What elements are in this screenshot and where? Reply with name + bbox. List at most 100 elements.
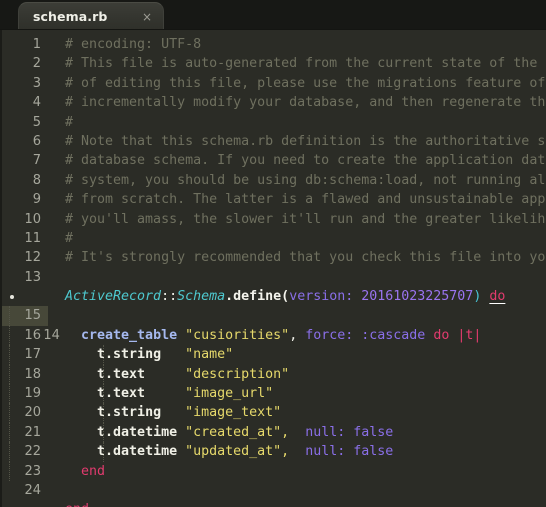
line-content: # It's strongly recommended that you che… xyxy=(64,248,546,267)
code-line[interactable]: 11 # xyxy=(2,229,546,248)
breakpoint-icon[interactable] xyxy=(10,295,14,300)
string-token: "image_url" xyxy=(185,386,274,402)
code-line[interactable]: 23 end xyxy=(2,461,546,481)
code-line[interactable]: 17 t.string "name" xyxy=(2,345,546,365)
line-content: t.datetime "created_at", null: false xyxy=(64,422,546,443)
method-call-token: .define( xyxy=(225,289,290,305)
comment-token: # This file is auto-generated from the c… xyxy=(65,56,546,72)
comment-token: # xyxy=(65,230,74,246)
code-line[interactable]: 21 t.datetime "created_at", null: false xyxy=(2,422,546,443)
code-line[interactable]: 6 # Note that this schema.rb definition … xyxy=(2,132,546,151)
line-content: # encoding: UTF-8 xyxy=(64,35,546,54)
code-line[interactable]: 20 t.string "image_text" xyxy=(2,403,546,423)
line-number: 2 xyxy=(32,56,41,72)
receiver-token: t.string xyxy=(97,405,162,421)
code-line[interactable]: 25 end xyxy=(2,500,546,507)
line-number: 24 xyxy=(24,482,41,498)
line-content: # from scratch. The latter is a flawed a… xyxy=(64,190,546,209)
code-line[interactable]: 16 create_table "cusiorities", force: :c… xyxy=(2,325,546,346)
indent-guide xyxy=(9,345,10,365)
line-content: # you'll amass, the slower it'll run and… xyxy=(64,210,546,229)
indent-guide xyxy=(9,422,10,443)
receiver-token: t.string xyxy=(97,347,162,363)
option-token: null: false xyxy=(305,424,394,440)
line-content: # xyxy=(64,113,546,132)
scope-operator: :: xyxy=(161,289,178,305)
line-content: end xyxy=(64,500,546,507)
indent-guide xyxy=(103,403,104,423)
line-content: # system, you should be using db:schema:… xyxy=(64,171,546,190)
class-token: ActiveRecord xyxy=(65,289,162,305)
line-number: 9 xyxy=(32,192,41,208)
indent-guide xyxy=(9,403,10,423)
code-line[interactable]: 19 t.text "image_url" xyxy=(2,384,546,404)
comment-token: # of editing this file, please use the m… xyxy=(65,75,546,91)
line-number: 4 xyxy=(32,95,41,111)
keyword-arg-token: version: xyxy=(289,289,354,305)
line-content: t.string "image_text" xyxy=(64,403,546,423)
line-number: 8 xyxy=(32,172,41,188)
keyword-arg-token: force: xyxy=(297,327,354,343)
line-number: 7 xyxy=(32,153,41,169)
code-line[interactable]: 22 t.datetime "updated_at", null: false xyxy=(2,442,546,462)
string-token: "name" xyxy=(185,347,234,363)
receiver-token: t.datetime xyxy=(97,444,178,460)
code-line[interactable]: 3 # of editing this file, please use the… xyxy=(2,74,546,93)
code-line[interactable]: 4 # incrementally modify your database, … xyxy=(2,93,546,112)
tab-schema-rb[interactable]: schema.rb × xyxy=(18,2,164,30)
tab-bar: schema.rb × xyxy=(0,0,546,30)
comment-token: # xyxy=(65,114,74,130)
comment-token: # database schema. If you need to create… xyxy=(65,153,546,169)
code-line[interactable]: 7 # database schema. If you need to crea… xyxy=(2,151,546,170)
line-number: 12 xyxy=(24,250,41,266)
string-token: "created_at", xyxy=(185,424,290,440)
line-number: 3 xyxy=(32,75,41,91)
end-keyword-token: end xyxy=(65,502,89,507)
code-line[interactable]: 10 # you'll amass, the slower it'll run … xyxy=(2,210,546,229)
line-content: # Note that this schema.rb definition is… xyxy=(64,132,546,151)
code-line[interactable]: 14 ActiveRecord::Schema.define(version: … xyxy=(2,287,546,343)
comment-token: # system, you should be using db:schema:… xyxy=(65,172,546,188)
code-line[interactable]: 13 xyxy=(2,268,546,287)
line-content: create_table "cusiorities", force: :casc… xyxy=(64,326,546,345)
line-number: 1 xyxy=(32,37,41,52)
line-content: t.text "image_url" xyxy=(64,384,546,404)
line-content: # database schema. If you need to create… xyxy=(64,151,546,170)
close-icon[interactable]: × xyxy=(139,9,155,25)
comment-token: # you'll amass, the slower it'll run and… xyxy=(65,211,546,227)
indent-guide xyxy=(9,306,10,326)
comment-token: # from scratch. The latter is a flawed a… xyxy=(65,192,546,208)
code-line[interactable]: 12 # It's strongly recommended that you … xyxy=(2,248,546,267)
string-token: "image_text" xyxy=(185,405,282,421)
code-lines: 1 # encoding: UTF-8 2 # This file is aut… xyxy=(2,30,546,507)
comment-token: # encoding: UTF-8 xyxy=(65,37,202,52)
code-line[interactable]: 18 t.text "description" xyxy=(2,364,546,385)
line-content: ActiveRecord::Schema.define(version: 201… xyxy=(64,287,546,306)
code-editor[interactable]: 1 # encoding: UTF-8 2 # This file is aut… xyxy=(0,30,546,507)
code-line[interactable]: 9 # from scratch. The latter is a flawed… xyxy=(2,190,546,209)
do-keyword-token: do xyxy=(433,327,450,343)
line-content: end xyxy=(64,462,546,481)
string-token: "description" xyxy=(185,366,290,382)
indent-guide xyxy=(9,384,10,404)
code-line-active[interactable]: 15 xyxy=(2,306,546,326)
code-line[interactable]: 2 # This file is auto-generated from the… xyxy=(2,54,546,73)
indent-guide xyxy=(103,422,104,443)
comma-token: , xyxy=(289,327,298,343)
line-number: 6 xyxy=(32,133,41,149)
line-number: 14 xyxy=(2,287,60,343)
line-number: 11 xyxy=(24,230,41,246)
tab-title: schema.rb xyxy=(33,9,108,24)
line-content xyxy=(64,306,546,325)
comment-token: # incrementally modify your database, an… xyxy=(65,95,546,111)
comment-token: # It's strongly recommended that you che… xyxy=(65,250,546,266)
line-content xyxy=(64,481,546,500)
symbol-token: :cascade xyxy=(353,327,426,343)
code-line[interactable]: 24 xyxy=(2,481,546,500)
indent-guide xyxy=(9,461,10,481)
end-keyword-token: end xyxy=(81,463,106,479)
line-number: 13 xyxy=(24,269,41,285)
code-line[interactable]: 8 # system, you should be using db:schem… xyxy=(2,171,546,190)
code-line[interactable]: 1 # encoding: UTF-8 xyxy=(2,35,546,54)
code-line[interactable]: 5 # xyxy=(2,113,546,132)
